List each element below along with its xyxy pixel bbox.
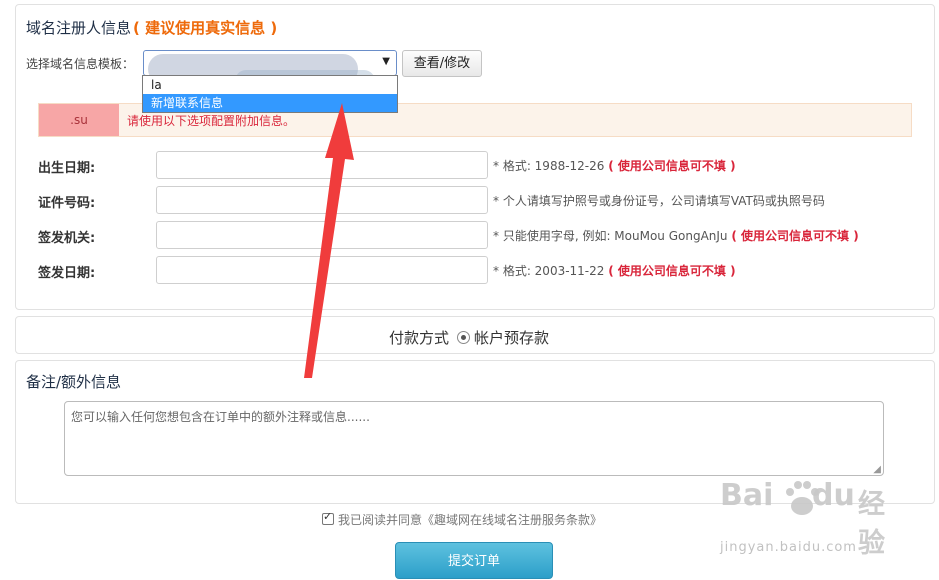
annotation-arrow (304, 103, 354, 378)
arrow-icon (304, 103, 354, 378)
